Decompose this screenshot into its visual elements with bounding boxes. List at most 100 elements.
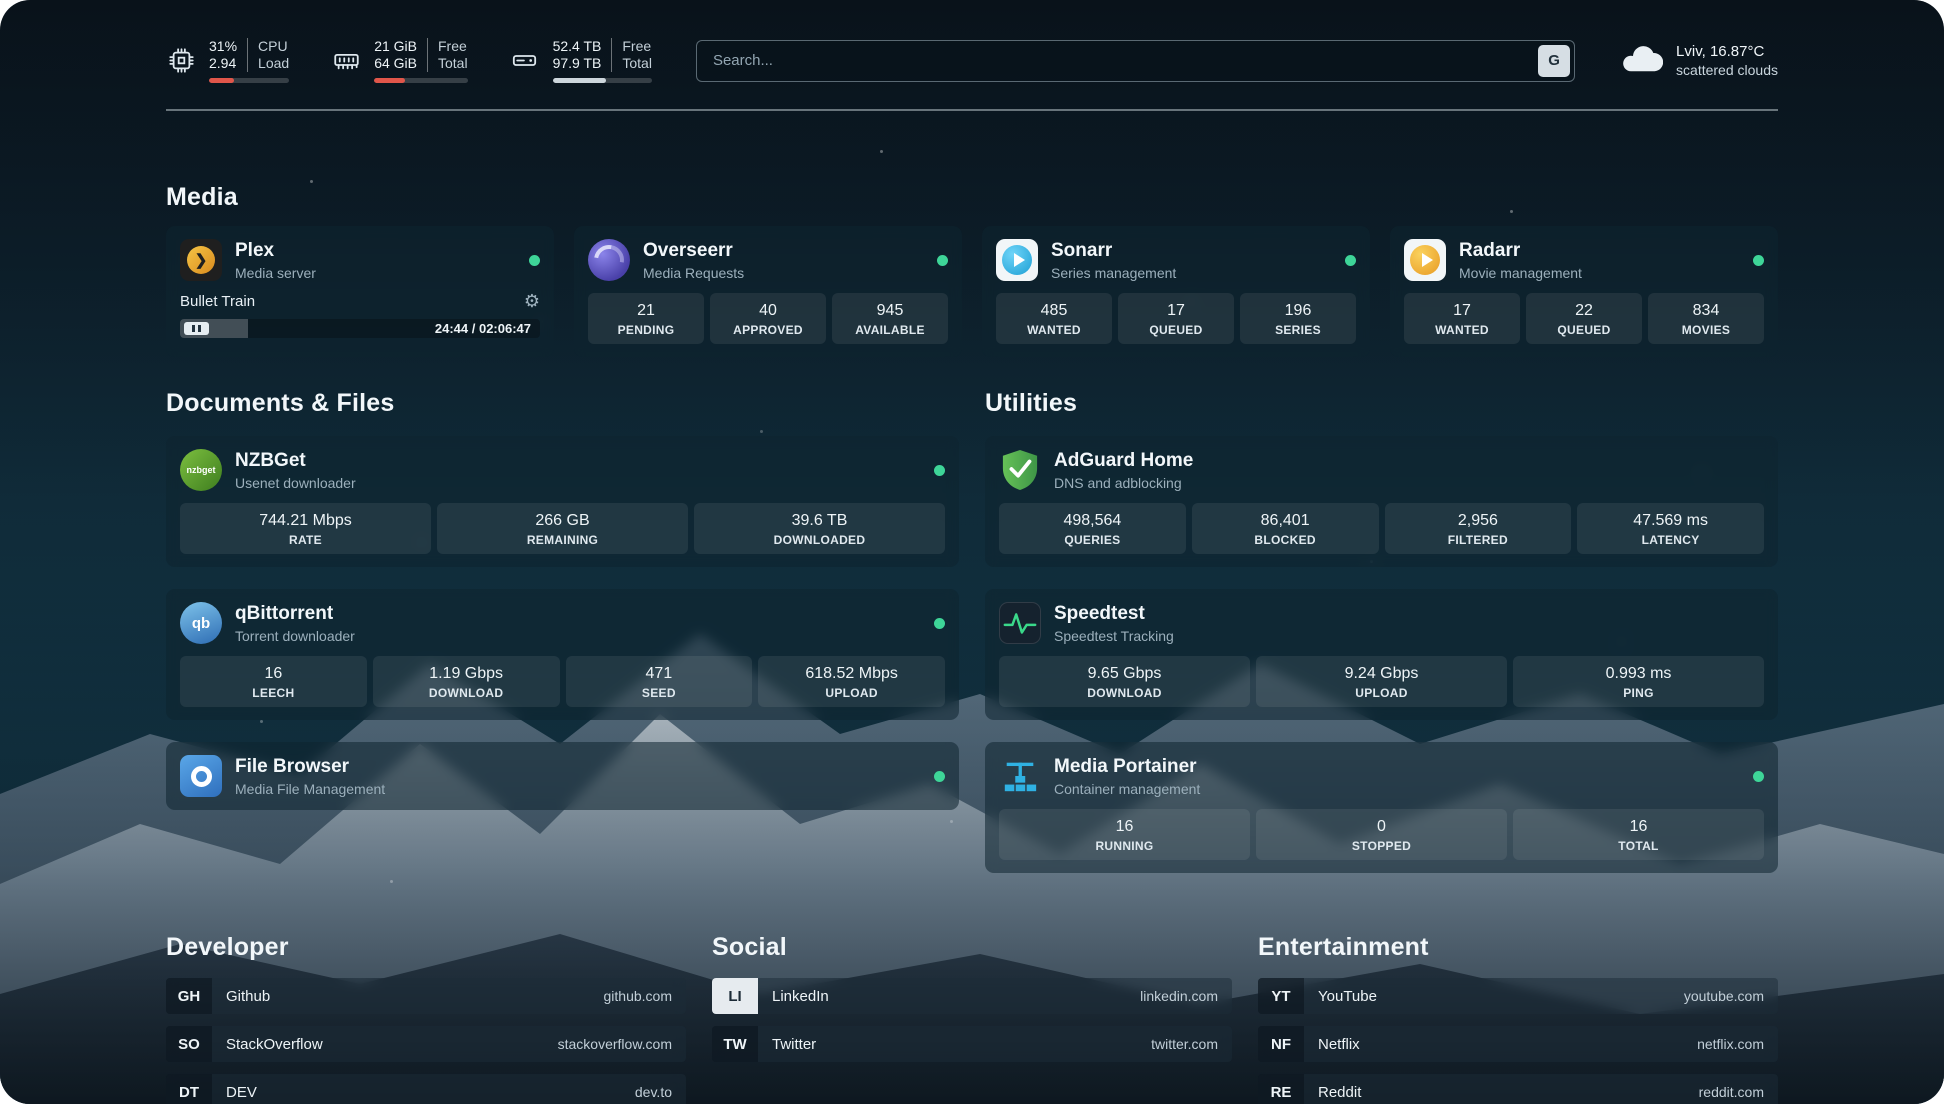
ram-total-label: Total xyxy=(438,55,468,72)
service-name: Media Portainer xyxy=(1054,756,1200,778)
filebrowser-icon xyxy=(180,755,222,797)
cpu-usage-label: CPU xyxy=(258,38,289,55)
service-card-nzbget[interactable]: nzbget NZBGet Usenet downloader 744.21 M… xyxy=(166,436,959,567)
cpu-progress-bar xyxy=(209,78,289,83)
service-name: Speedtest xyxy=(1054,603,1174,625)
service-card-portainer[interactable]: Media Portainer Container management 16 … xyxy=(985,742,1778,873)
youtube-icon: YT xyxy=(1258,978,1304,1014)
sonarr-icon xyxy=(996,239,1038,281)
adguard-icon xyxy=(999,449,1041,491)
bookmark-stackoverflow[interactable]: SO StackOverflow stackoverflow.com xyxy=(166,1026,686,1062)
service-name: qBittorrent xyxy=(235,603,355,625)
disk-total-label: Total xyxy=(622,55,652,72)
metric-disk: 52.4 TB 97.9 TB Free Total xyxy=(510,38,652,83)
service-card-plex[interactable]: ❯ Plex Media server Bullet Train ⚙ xyxy=(166,226,554,357)
stat-upload: 618.52 Mbps UPLOAD xyxy=(758,656,945,707)
stat-running: 16 RUNNING xyxy=(999,809,1250,860)
service-subtitle: Media Requests xyxy=(643,265,744,281)
topbar-divider xyxy=(166,109,1778,111)
netflix-icon: NF xyxy=(1258,1026,1304,1062)
search-engine-button[interactable]: G xyxy=(1538,45,1570,77)
status-dot xyxy=(934,465,945,476)
now-playing-title: Bullet Train xyxy=(180,293,255,310)
stat-upload: 9.24 Gbps UPLOAD xyxy=(1256,656,1507,707)
nzbget-icon: nzbget xyxy=(180,449,222,491)
cpu-icon xyxy=(166,46,196,76)
service-subtitle: Torrent downloader xyxy=(235,628,355,644)
service-name: NZBGet xyxy=(235,450,356,472)
pause-icon[interactable] xyxy=(184,322,209,335)
reddit-icon: RE xyxy=(1258,1074,1304,1104)
service-card-sonarr[interactable]: Sonarr Series management 485 WANTED 17 Q… xyxy=(982,226,1370,357)
service-subtitle: Container management xyxy=(1054,781,1200,797)
service-card-qbittorrent[interactable]: qb qBittorrent Torrent downloader 16 LEE… xyxy=(166,589,959,720)
ram-free-value: 21 GiB xyxy=(374,38,417,55)
stat-queries: 498,564 QUERIES xyxy=(999,503,1186,554)
bookmark-reddit[interactable]: RE Reddit reddit.com xyxy=(1258,1074,1778,1104)
bookmark-dev[interactable]: DT DEV dev.to xyxy=(166,1074,686,1104)
bookmark-youtube[interactable]: YT YouTube youtube.com xyxy=(1258,978,1778,1014)
linkedin-icon: LI xyxy=(712,978,758,1014)
service-card-adguard[interactable]: AdGuard Home DNS and adblocking 498,564 … xyxy=(985,436,1778,567)
service-subtitle: Usenet downloader xyxy=(235,475,356,491)
service-name: Plex xyxy=(235,240,316,262)
service-name: Sonarr xyxy=(1051,240,1176,262)
bookmark-github[interactable]: GH Github github.com xyxy=(166,978,686,1014)
weather-widget[interactable]: Lviv, 16.87°C scattered clouds xyxy=(1619,43,1778,79)
service-subtitle: DNS and adblocking xyxy=(1054,475,1193,491)
stat-movies: 834 MOVIES xyxy=(1648,293,1764,344)
stat-latency: 47.569 ms LATENCY xyxy=(1577,503,1764,554)
bookmark-group-developer: Developer GH Github github.com SO StackO… xyxy=(166,933,686,1104)
stat-series: 196 SERIES xyxy=(1240,293,1356,344)
status-dot xyxy=(529,255,540,266)
stat-wanted: 485 WANTED xyxy=(996,293,1112,344)
status-dot xyxy=(937,255,948,266)
stackoverflow-icon: SO xyxy=(166,1026,212,1062)
service-subtitle: Movie management xyxy=(1459,265,1582,281)
stat-download: 1.19 Gbps DOWNLOAD xyxy=(373,656,560,707)
ram-free-label: Free xyxy=(438,38,468,55)
bookmark-linkedin[interactable]: LI LinkedIn linkedin.com xyxy=(712,978,1232,1014)
stat-seed: 471 SEED xyxy=(566,656,753,707)
service-card-radarr[interactable]: Radarr Movie management 17 WANTED 22 QUE… xyxy=(1390,226,1778,357)
playback-progress-bar[interactable]: 24:44 / 02:06:47 xyxy=(180,319,540,338)
service-card-filebrowser[interactable]: File Browser Media File Management xyxy=(166,742,959,810)
section-media: Media ❯ Plex Media server Bullet Train xyxy=(166,183,1778,357)
status-dot xyxy=(1345,255,1356,266)
speedtest-icon xyxy=(999,602,1041,644)
stat-queued: 22 QUEUED xyxy=(1526,293,1642,344)
stat-filtered: 2,956 FILTERED xyxy=(1385,503,1572,554)
ram-icon xyxy=(331,46,361,76)
system-metrics: 31% 2.94 CPU Load xyxy=(166,38,652,83)
twitter-icon: TW xyxy=(712,1026,758,1062)
stat-total: 16 TOTAL xyxy=(1513,809,1764,860)
stat-available: 945 AVAILABLE xyxy=(832,293,948,344)
utilities-column: Utilities AdGuard Home xyxy=(985,389,1778,873)
dev-icon: DT xyxy=(166,1074,212,1104)
status-dot xyxy=(1753,255,1764,266)
section-title-utilities: Utilities xyxy=(985,389,1778,418)
bookmark-twitter[interactable]: TW Twitter twitter.com xyxy=(712,1026,1232,1062)
section-title-entertainment: Entertainment xyxy=(1258,933,1778,962)
gear-icon[interactable]: ⚙ xyxy=(524,292,540,310)
service-name: AdGuard Home xyxy=(1054,450,1193,472)
ram-progress-bar xyxy=(374,78,467,83)
metric-ram: 21 GiB 64 GiB Free Total xyxy=(331,38,467,83)
section-title-developer: Developer xyxy=(166,933,686,962)
section-title-documents: Documents & Files xyxy=(166,389,959,418)
disk-total-value: 97.9 TB xyxy=(553,55,602,72)
service-subtitle: Media File Management xyxy=(235,781,385,797)
topbar: 31% 2.94 CPU Load xyxy=(166,0,1778,83)
section-title-social: Social xyxy=(712,933,1232,962)
disk-free-value: 52.4 TB xyxy=(553,38,602,55)
service-subtitle: Speedtest Tracking xyxy=(1054,628,1174,644)
overseerr-icon xyxy=(588,239,630,281)
service-card-overseerr[interactable]: Overseerr Media Requests 21 PENDING 40 A… xyxy=(574,226,962,357)
stat-downloaded: 39.6 TB DOWNLOADED xyxy=(694,503,945,554)
service-card-speedtest[interactable]: Speedtest Speedtest Tracking 9.65 Gbps D… xyxy=(985,589,1778,720)
status-dot xyxy=(934,771,945,782)
search-input[interactable] xyxy=(696,40,1575,82)
stat-remaining: 266 GB REMAINING xyxy=(437,503,688,554)
bookmark-netflix[interactable]: NF Netflix netflix.com xyxy=(1258,1026,1778,1062)
weather-condition: scattered clouds xyxy=(1676,62,1778,78)
